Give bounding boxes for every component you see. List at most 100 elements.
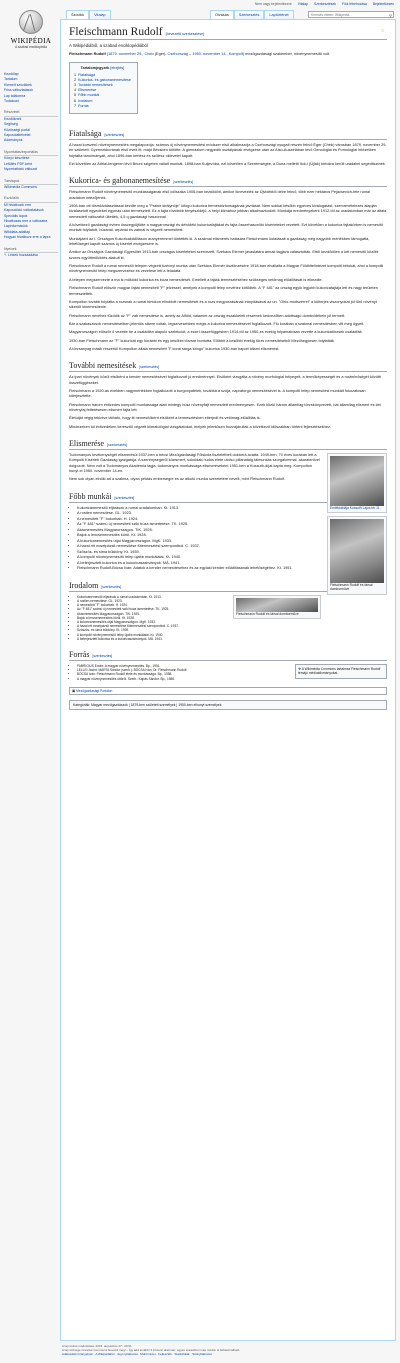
portal-link-text[interactable]: Mezőgazdasági Portálon bbox=[76, 689, 112, 693]
tab-article[interactable]: Szócikk bbox=[66, 10, 90, 19]
paragraph: Fleischmann nevéhez fűződik az "F" zab n… bbox=[69, 313, 346, 318]
paragraph: Fleischmann Rudolf növénynemesítő munkás… bbox=[69, 190, 371, 200]
toc-toggle[interactable]: [elrejtés] bbox=[110, 66, 124, 70]
section-edit-link[interactable]: [szerkesztés] bbox=[101, 585, 121, 589]
section-edit-link[interactable]: [szerkesztés] bbox=[173, 180, 193, 184]
tab-talk[interactable]: Vitalap bbox=[89, 10, 111, 19]
section-edit-link[interactable]: [szerkesztés] bbox=[92, 654, 112, 658]
toc-link[interactable]: További nemesítések bbox=[78, 83, 113, 87]
sidebar-item-donate[interactable]: Adományok bbox=[4, 138, 58, 143]
paragraph: Bár a szakaszosok nemesítéseiben jelentő… bbox=[69, 321, 365, 326]
relief-thumbnail[interactable]: Fleischmann Rudolf és társai domborműve bbox=[327, 516, 387, 595]
section-title: Irodalom bbox=[69, 580, 99, 590]
section-title: Elismerése bbox=[69, 439, 105, 448]
login-link[interactable]: Bejelentkezés bbox=[373, 2, 394, 6]
toc-number: 1 bbox=[74, 72, 77, 77]
sidebar-item-help-desk[interactable]: Tudakozó bbox=[4, 99, 58, 104]
section-edit-link[interactable]: [szerkesztés] bbox=[114, 496, 134, 500]
category-links[interactable]: Kategóriák: Magyar mezőgazdászok | 1879-… bbox=[69, 699, 387, 710]
edit-intro-link[interactable]: [bevezető szerkesztése] bbox=[166, 32, 205, 36]
birth-place-alt: (Eger), bbox=[154, 52, 168, 56]
tab-read[interactable]: Olvasás bbox=[210, 10, 234, 19]
paragraph: 1930-ban Fleischmann az "F" kukoricát eg… bbox=[69, 338, 335, 343]
add-links-label: Linkek hozzáadása bbox=[7, 252, 38, 257]
puzzle-globe-icon bbox=[19, 10, 43, 34]
contributions-link[interactable]: Szerkesztések bbox=[314, 2, 336, 6]
paragraph: Fleischmann Rudolf először magyar fajtát… bbox=[69, 286, 378, 296]
section-title: Főbb munkái bbox=[69, 491, 112, 501]
watch-star-icon[interactable]: ☆ bbox=[381, 28, 385, 34]
site-subtitle: A Wikipédiából, a szabad enciklopédiából bbox=[69, 43, 148, 48]
search-icon[interactable]: ⚲ bbox=[389, 13, 392, 18]
lead-paragraph: Fleischmann Rudolf (1879. november 29., … bbox=[69, 52, 331, 56]
footer-links[interactable]: Adatvédelmi irányelvek · A Wikipédiáról … bbox=[62, 1352, 396, 1356]
paragraph: A telepen megszervezte a ma is működő ku… bbox=[69, 277, 323, 282]
image-caption: Fleischmann Rudolf és társai domborműve bbox=[330, 583, 373, 592]
section-edit-link[interactable]: [szerkesztés] bbox=[139, 365, 159, 369]
toc-item[interactable]: 7 Forrás bbox=[74, 104, 131, 109]
sidebar-item-add-links[interactable]: ✎ Linkek hozzáadása bbox=[4, 253, 58, 258]
toc-number: 7 bbox=[74, 103, 77, 108]
portal-box: ▣ Mezőgazdasági Portálon bbox=[69, 686, 387, 695]
relief-thumbnail-2[interactable]: Fleischmann Rudolf és társai domborműve bbox=[233, 594, 321, 619]
section-title: Fiatalsága bbox=[69, 128, 102, 138]
table-of-contents: Tartalomjegyzék [elrejtés] 1 Fiatalsága 2… bbox=[69, 62, 138, 114]
section-edit-link[interactable]: [szerkesztés] bbox=[104, 133, 124, 137]
death-date-link[interactable]: 1950. november 14. bbox=[192, 52, 226, 56]
toc-link[interactable]: Fiatalsága bbox=[78, 73, 95, 77]
memorial-plaque-thumbnail[interactable]: Emléktáblája Kossuth Lajos tér 11. bbox=[327, 453, 387, 514]
sidebar-item-commons[interactable]: Wikimédia Commons bbox=[4, 185, 58, 190]
footer: A lap utolsó módosítása: 2019. augusztus… bbox=[62, 1344, 396, 1356]
create-account-link[interactable]: Fiók létrehozása bbox=[342, 2, 367, 6]
birth-place-link[interactable]: Cheb bbox=[144, 52, 153, 56]
relief-image[interactable] bbox=[330, 519, 384, 584]
section-heading-kukorica: Kukorica- és gabonanemesítése [szerkeszté… bbox=[69, 176, 387, 188]
paragraph: Fleischmann a 1920-as években nagymérték… bbox=[69, 388, 366, 399]
death-place-link[interactable]: Kompolt bbox=[229, 52, 243, 56]
toc-link[interactable]: Irodalom bbox=[78, 99, 92, 103]
sidebar-item-cite[interactable]: Hogyan hivatkozz erre a lapra bbox=[4, 235, 58, 240]
wikipedia-logo[interactable]: WIKIPÉDIA A szabad enciklopédia bbox=[6, 10, 56, 68]
page-title: Fleischmann Rudolf [bevezető szerkesztés… bbox=[69, 26, 387, 40]
list-item: A beterjesztett kukorica és a kukoricasz… bbox=[77, 637, 387, 641]
sidebar: Kezdőlap Tartalom Kiemelt szócikkek Fris… bbox=[4, 72, 58, 258]
paragraph: Munkájáért az I. Országos Kukoricakiállí… bbox=[69, 236, 370, 247]
memorial-plaque-image[interactable] bbox=[330, 456, 384, 506]
paragraph: Magyarországon először ő vezette be a cs… bbox=[69, 330, 363, 335]
toc-link[interactable]: Elismerése bbox=[78, 88, 96, 92]
paragraph: 1908-ban ott törzskiválasztással kezdte … bbox=[69, 204, 387, 219]
image-caption: Emléktáblája Kossuth Lajos tér 11. bbox=[330, 506, 381, 510]
page-title-text: Fleischmann Rudolf bbox=[69, 26, 163, 38]
tab-history[interactable]: Laptörténet bbox=[264, 10, 294, 19]
image-caption: Fleischmann Rudolf és társai domborműve bbox=[236, 611, 299, 616]
lead-name: Fleischmann Rudolf bbox=[69, 52, 106, 56]
talk-link[interactable]: Vitalap bbox=[298, 2, 308, 6]
toc-link[interactable]: Főbb munkái bbox=[78, 93, 99, 97]
commons-text: A Wikimédia Commons tartalmaz Fleischman… bbox=[298, 666, 381, 676]
paragraph: A következő gazdasági évben összegyűjtöt… bbox=[69, 223, 384, 233]
toc-number: 5 bbox=[74, 93, 77, 98]
logo-tagline: A szabad enciklopédia bbox=[15, 45, 47, 49]
section-title: Kukorica- és gabonanemesítése bbox=[69, 176, 171, 186]
paragraph: Kompolton tovább folytatta a rozsnak a r… bbox=[69, 299, 377, 310]
paragraph: Életútját végig tekintve látható, hogy i… bbox=[69, 416, 261, 421]
section-heading-elismerese: Elismerése [szerkesztés] bbox=[69, 439, 387, 450]
sidebar-item-printable[interactable]: Nyomtatható változat bbox=[4, 167, 58, 172]
paragraph: Az ipari növények közül elsőként a kende… bbox=[69, 375, 381, 385]
birth-date-link[interactable]: 1879. november 29. bbox=[108, 52, 142, 56]
toc-number: 4 bbox=[74, 88, 77, 93]
section-edit-link[interactable]: [szerkesztés] bbox=[107, 443, 127, 447]
section-heading-forras: Forrás [szerkesztés] bbox=[69, 650, 387, 661]
section-heading-fiatalsaga: Fiatalsága [szerkesztés] bbox=[69, 129, 387, 140]
logo-wordmark: WIKIPÉDIA bbox=[10, 37, 52, 45]
toc-link[interactable]: Kukorica- és gabonanemesítése bbox=[78, 78, 131, 82]
tab-edit[interactable]: Szerkesztés bbox=[233, 10, 265, 19]
portal-link[interactable]: ▣ Mezőgazdasági Portálon bbox=[70, 688, 386, 694]
country-link[interactable]: Cseh­ország bbox=[168, 52, 189, 56]
toc-link[interactable]: Forrás bbox=[78, 104, 89, 108]
namespace-tabs: Szócikk Vitalap bbox=[66, 10, 111, 19]
literature-list: Kukoricanemesítő eljárások a rumai urada… bbox=[69, 595, 387, 641]
search-input[interactable]: Keresés ebben: Wikipédia ⚲ bbox=[308, 11, 394, 18]
relief-image-2[interactable] bbox=[236, 597, 318, 612]
paragraph: Amikor az Országos Gazdasági Egyesület 1… bbox=[69, 250, 379, 260]
